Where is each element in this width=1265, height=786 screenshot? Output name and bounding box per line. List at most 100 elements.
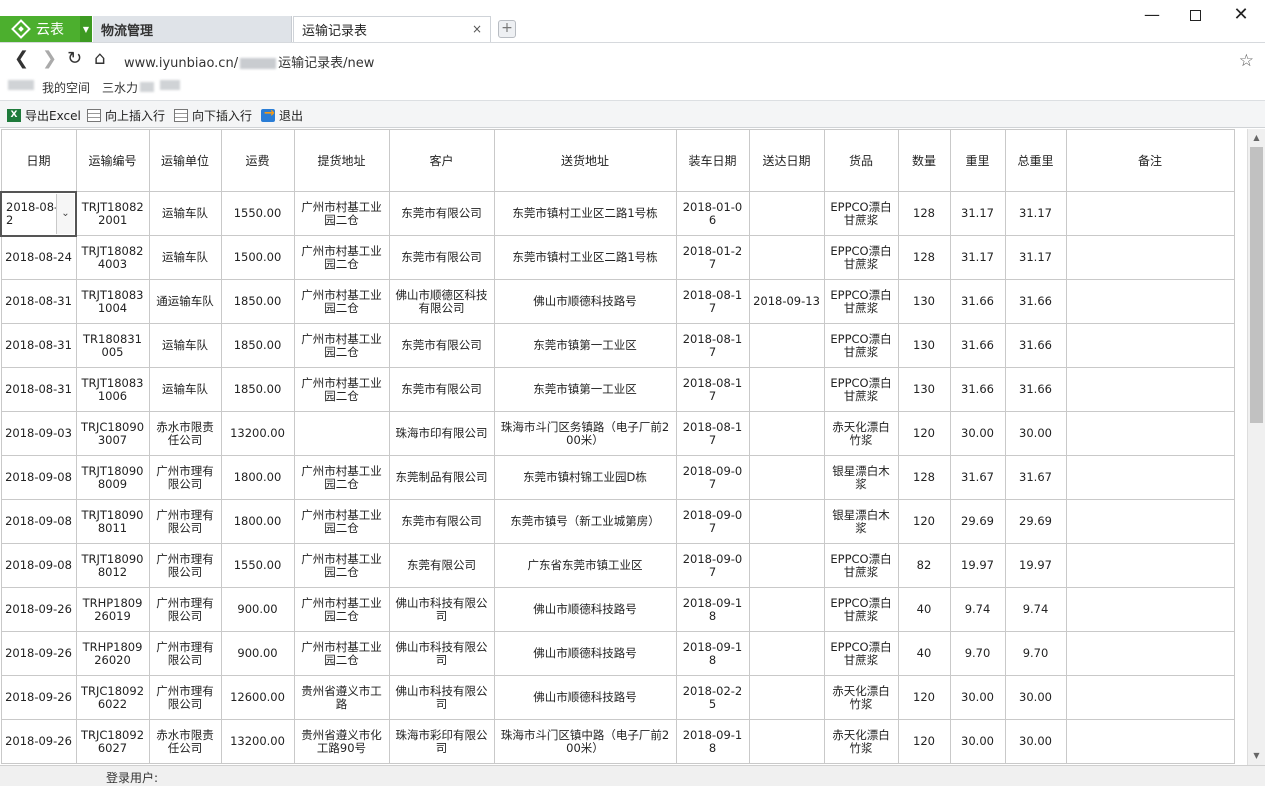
- table-cell[interactable]: EPPCO漂白甘蔗浆: [823, 191, 899, 236]
- table-cell[interactable]: 2018-09-08: [0, 499, 77, 544]
- table-cell[interactable]: 9.70: [949, 631, 1006, 676]
- table-cell[interactable]: 2018-01-27: [675, 235, 750, 280]
- table-cell[interactable]: 广州市村基工业园二仓: [293, 631, 390, 676]
- table-cell[interactable]: 128: [897, 235, 951, 280]
- table-cell[interactable]: 120: [897, 675, 951, 720]
- table-cell[interactable]: 2018-09-07: [675, 543, 750, 588]
- table-cell[interactable]: 31.66: [949, 279, 1006, 324]
- table-cell[interactable]: 广州市理有限公司: [148, 543, 222, 588]
- table-cell[interactable]: 30.00: [949, 675, 1006, 720]
- table-cell[interactable]: [1065, 323, 1235, 368]
- table-cell[interactable]: 31.66: [1004, 279, 1067, 324]
- table-cell[interactable]: [748, 191, 825, 236]
- table-cell[interactable]: [748, 543, 825, 588]
- table-cell[interactable]: 31.66: [949, 323, 1006, 368]
- table-cell[interactable]: 东莞市有限公司: [388, 235, 495, 280]
- table-cell[interactable]: 2018-09-18: [675, 587, 750, 632]
- table-cell[interactable]: [748, 499, 825, 544]
- table-cell[interactable]: 31.17: [1004, 235, 1067, 280]
- table-cell[interactable]: 2018-09-26: [0, 719, 77, 764]
- table-cell[interactable]: 广州市理有限公司: [148, 455, 222, 500]
- table-cell[interactable]: 2018-09-08: [0, 455, 77, 500]
- table-cell[interactable]: 2018-09-07: [675, 499, 750, 544]
- table-cell[interactable]: [1065, 191, 1235, 236]
- table-cell[interactable]: 2018-09-13: [748, 279, 825, 324]
- table-cell[interactable]: 珠海市斗门区镇中路（电子厂前200米）: [493, 719, 677, 764]
- table-cell[interactable]: [1065, 235, 1235, 280]
- table-cell[interactable]: 广州市村基工业园二仓: [293, 235, 390, 280]
- table-cell[interactable]: 运输车队: [148, 323, 222, 368]
- table-cell[interactable]: 1800.00: [220, 455, 295, 500]
- table-cell[interactable]: 2018-08-17: [675, 279, 750, 324]
- table-cell[interactable]: 1850.00: [220, 323, 295, 368]
- export-excel-button[interactable]: X 导出Excel: [7, 107, 81, 124]
- table-cell[interactable]: 贵州省遵义市工路: [293, 675, 390, 720]
- table-cell[interactable]: 东莞有限公司: [388, 543, 495, 588]
- table-cell[interactable]: [1065, 279, 1235, 324]
- table-cell[interactable]: 东莞市镇第一工业区: [493, 323, 677, 368]
- column-header[interactable]: 送达日期: [748, 129, 825, 192]
- table-cell[interactable]: 佛山市科技有限公司: [388, 675, 495, 720]
- table-cell[interactable]: 2018-09-26: [0, 675, 77, 720]
- table-cell[interactable]: [748, 455, 825, 500]
- table-cell[interactable]: 1850.00: [220, 279, 295, 324]
- table-cell[interactable]: [1065, 411, 1235, 456]
- table-cell[interactable]: 40: [897, 587, 951, 632]
- column-header[interactable]: 重里: [949, 129, 1006, 192]
- table-cell[interactable]: 运输车队: [148, 367, 222, 412]
- table-cell[interactable]: 东莞市有限公司: [388, 367, 495, 412]
- table-cell[interactable]: 广州市理有限公司: [148, 631, 222, 676]
- table-cell[interactable]: 东莞市有限公司: [388, 323, 495, 368]
- table-cell[interactable]: 佛山市顺德科技路号: [493, 587, 677, 632]
- table-cell[interactable]: 31.67: [949, 455, 1006, 500]
- table-cell[interactable]: 1550.00: [220, 543, 295, 588]
- table-cell[interactable]: 赤水市限责任公司: [148, 411, 222, 456]
- table-cell[interactable]: 2018-08-31: [0, 367, 77, 412]
- column-header[interactable]: 数量: [897, 129, 951, 192]
- table-cell[interactable]: [748, 587, 825, 632]
- table-cell[interactable]: 银星漂白木浆: [823, 499, 899, 544]
- table-cell[interactable]: [1065, 455, 1235, 500]
- table-cell[interactable]: 赤天化漂白竹浆: [823, 411, 899, 456]
- table-cell[interactable]: [748, 235, 825, 280]
- table-cell[interactable]: 广州市村基工业园二仓: [293, 191, 390, 236]
- table-cell[interactable]: 2018-09-26: [0, 631, 77, 676]
- column-header[interactable]: 运费: [220, 129, 295, 192]
- table-cell[interactable]: 2018-09-18: [675, 631, 750, 676]
- table-cell[interactable]: [1065, 631, 1235, 676]
- table-cell[interactable]: 9.74: [1004, 587, 1067, 632]
- table-cell[interactable]: 东莞市镇村工业区二路1号栋: [493, 191, 677, 236]
- table-cell[interactable]: 2018-08-22 ⌄: [0, 190, 77, 237]
- column-header[interactable]: 装车日期: [675, 129, 750, 192]
- table-cell[interactable]: [1065, 719, 1235, 764]
- table-cell[interactable]: 运输车队: [148, 235, 222, 280]
- scroll-thumb[interactable]: [1250, 147, 1263, 423]
- table-cell[interactable]: 银星漂白木浆: [823, 455, 899, 500]
- table-cell[interactable]: EPPCO漂白甘蔗浆: [823, 543, 899, 588]
- table-cell[interactable]: TRJT180831004: [75, 279, 150, 324]
- table-cell[interactable]: 31.17: [949, 191, 1006, 236]
- table-cell[interactable]: 900.00: [220, 587, 295, 632]
- back-icon[interactable]: ❮: [14, 50, 29, 68]
- table-cell[interactable]: 31.66: [1004, 323, 1067, 368]
- table-cell[interactable]: 13200.00: [220, 411, 295, 456]
- table-cell[interactable]: [1065, 675, 1235, 720]
- table-cell[interactable]: [748, 719, 825, 764]
- table-cell[interactable]: 2018-08-17: [675, 411, 750, 456]
- table-cell[interactable]: 30.00: [1004, 411, 1067, 456]
- column-header[interactable]: 运输单位: [148, 129, 222, 192]
- table-cell[interactable]: 900.00: [220, 631, 295, 676]
- table-cell[interactable]: EPPCO漂白甘蔗浆: [823, 367, 899, 412]
- table-cell[interactable]: 广东省东莞市镇工业区: [493, 543, 677, 588]
- table-cell[interactable]: TRJC180926027: [75, 719, 150, 764]
- table-cell[interactable]: 珠海市斗门区务镇路（电子厂前200米）: [493, 411, 677, 456]
- table-cell[interactable]: 东莞市镇第一工业区: [493, 367, 677, 412]
- table-cell[interactable]: 东莞市镇村工业区二路1号栋: [493, 235, 677, 280]
- table-cell[interactable]: 佛山市科技有限公司: [388, 587, 495, 632]
- table-cell[interactable]: TRJT180831006: [75, 367, 150, 412]
- table-cell[interactable]: TRJT180822001: [75, 191, 150, 236]
- table-cell[interactable]: EPPCO漂白甘蔗浆: [823, 235, 899, 280]
- logo-dropdown-icon[interactable]: ▼: [80, 16, 92, 42]
- table-cell[interactable]: 12600.00: [220, 675, 295, 720]
- table-cell[interactable]: 31.67: [1004, 455, 1067, 500]
